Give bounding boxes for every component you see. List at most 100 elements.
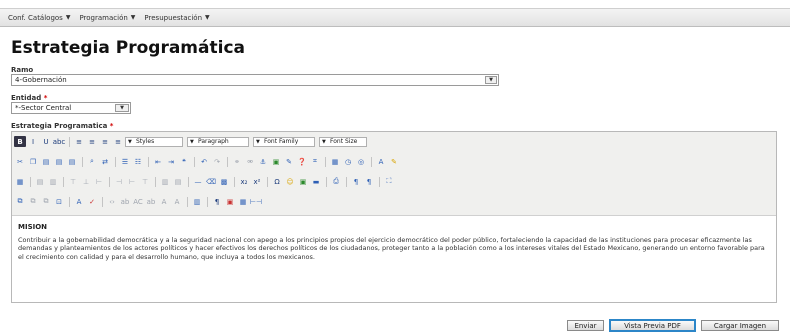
content-body: Contribuir a la gobernabilidad democráti… (18, 236, 765, 261)
move-forward-icon[interactable]: ⧉ (27, 196, 39, 207)
vista-previa-pdf-button[interactable]: Vista Previa PDF (609, 319, 696, 332)
bg-color-icon[interactable]: ✎ (388, 156, 400, 167)
image-icon[interactable]: ▣ (270, 156, 282, 167)
numbered-list-icon[interactable]: ☷ (132, 156, 144, 167)
del-icon[interactable]: ab (145, 196, 157, 207)
toolbar-row-1: B I Uabc ≡ ≡ ≡ ≡ ▼ Styles ▼ Paragraph ▼ Font Family ▼… (14, 135, 371, 148)
visual-aid-icon[interactable]: ▩ (218, 176, 230, 187)
font-size-dropdown[interactable]: ▼ Font Size (319, 136, 367, 147)
link-icon[interactable]: ⚭ (231, 156, 243, 167)
acronym-icon[interactable]: AC (132, 196, 144, 207)
hr-icon[interactable]: — (192, 176, 204, 187)
cell-props-icon[interactable]: ▥ (47, 176, 59, 187)
visualchars-icon[interactable]: ⊢⊣ (250, 196, 262, 207)
styles-dropdown[interactable]: ▼ Styles (125, 136, 183, 147)
font-family-dropdown[interactable]: ▼ Font Family (253, 136, 315, 147)
row-after-icon[interactable]: ⊥ (80, 176, 92, 187)
merge-cells-icon[interactable]: ▤ (172, 176, 184, 187)
row-before-icon[interactable]: ⊤ (67, 176, 79, 187)
special-char-icon[interactable]: Ω (271, 176, 283, 187)
media-icon[interactable]: ▣ (297, 176, 309, 187)
pilcrow-icon[interactable]: ¶ (211, 196, 223, 207)
remove-format-icon[interactable]: ⌫ (205, 176, 217, 187)
underline-icon[interactable]: U (40, 136, 52, 147)
subscript-icon[interactable]: x₂ (238, 176, 250, 187)
insert-layer-icon[interactable]: ⧉ (14, 196, 26, 207)
anchor-icon[interactable]: ⚓ (257, 156, 269, 167)
enviar-button[interactable]: Enviar (567, 320, 604, 331)
toolbar-separator (371, 156, 372, 167)
blockquote-icon[interactable]: ❝ (178, 156, 190, 167)
ins-icon[interactable]: A (158, 196, 170, 207)
toolbar-separator (109, 176, 110, 187)
cleanup-icon[interactable]: ✎ (283, 156, 295, 167)
styleprops-icon[interactable]: A (73, 196, 85, 207)
toolbar-row-3: ▦ ▤ ▥ ⊤ ⊥ ⊢ ⊣ ⊢ ⊤ ▥ ▤ — ⌫ ▩ x₂ x² Ω ☺ ▣ ▬ ⎙ ¶ ¶ ⛶ (14, 175, 396, 188)
rtl-icon[interactable]: ¶ (363, 176, 375, 187)
copy-icon[interactable]: ❐ (27, 156, 39, 167)
find-icon[interactable]: ⌕ (86, 156, 98, 167)
nonbreaking-icon[interactable]: ▦ (237, 196, 249, 207)
delete-row-icon[interactable]: ⊢ (93, 176, 105, 187)
emotion-icon[interactable]: ☺ (284, 176, 296, 187)
undo-icon[interactable]: ↶ (198, 156, 210, 167)
date-icon[interactable]: ▦ (329, 156, 341, 167)
cut-icon[interactable]: ✂ (14, 156, 26, 167)
template-icon[interactable]: ▥ (191, 196, 203, 207)
ltr-icon[interactable]: ¶ (350, 176, 362, 187)
split-cells-icon[interactable]: ▥ (159, 176, 171, 187)
menu-programacion[interactable]: Programación ▼ (79, 14, 135, 22)
toolbar-separator (188, 176, 189, 187)
table-icon[interactable]: ▦ (14, 176, 26, 187)
outdent-icon[interactable]: ⇤ (152, 156, 164, 167)
replace-icon[interactable]: ⇄ (99, 156, 111, 167)
col-before-icon[interactable]: ⊣ (113, 176, 125, 187)
align-left-icon[interactable]: ≡ (73, 136, 85, 147)
cargar-imagen-button[interactable]: Cargar Imagen (701, 320, 779, 331)
toolbar-row-2: ✂ ❐ ▤ ▤ ▤ ⌕ ⇄ ☰ ☷ ⇤ ⇥ ❝ ↶ ↷ ⚭ ⚮ ⚓ ▣ ✎ ❓ ⌗ ▦ ◷ ◎ A ✎ (14, 155, 401, 168)
absolute-icon[interactable]: ⊡ (53, 196, 65, 207)
move-backward-icon[interactable]: ⧉ (40, 196, 52, 207)
paragraph-dropdown-label: Paragraph (198, 138, 229, 145)
spellcheck-icon[interactable]: ✓ (86, 196, 98, 207)
pagebreak-icon[interactable]: ▣ (224, 196, 236, 207)
paste-icon[interactable]: ▤ (40, 156, 52, 167)
menu-conf-catalogos[interactable]: Conf. Catálogos ▼ (8, 14, 70, 22)
cite-icon[interactable]: ‹› (106, 196, 118, 207)
paragraph-dropdown[interactable]: ▼ Paragraph (187, 136, 249, 147)
toolbar-separator (207, 196, 208, 207)
html-icon[interactable]: ⌗ (309, 156, 321, 167)
superscript-icon[interactable]: x² (251, 176, 263, 187)
bullet-list-icon[interactable]: ☰ (119, 156, 131, 167)
col-after-icon[interactable]: ⊢ (126, 176, 138, 187)
align-center-icon[interactable]: ≡ (86, 136, 98, 147)
time-icon[interactable]: ◷ (342, 156, 354, 167)
help-icon[interactable]: ❓ (296, 156, 308, 167)
unlink-icon[interactable]: ⚮ (244, 156, 256, 167)
preview-icon[interactable]: ◎ (355, 156, 367, 167)
align-right-icon[interactable]: ≡ (99, 136, 111, 147)
menu-presupuestacion[interactable]: Presupuestación ▼ (144, 14, 209, 22)
abbr-icon[interactable]: ab (119, 196, 131, 207)
paste-word-icon[interactable]: ▤ (66, 156, 78, 167)
advhr-icon[interactable]: ▬ (310, 176, 322, 187)
chevron-down-icon: ▼ (130, 14, 136, 21)
bold-icon[interactable]: B (14, 136, 26, 147)
redo-icon[interactable]: ↷ (211, 156, 223, 167)
attribs-icon[interactable]: A (171, 196, 183, 207)
ramo-select[interactable]: 4-Gobernación ▼ (11, 74, 499, 86)
fullscreen-icon[interactable]: ⛶ (383, 176, 395, 187)
entidad-select[interactable]: *-Sector Central ▼ (11, 102, 131, 114)
page-title: Estrategia Programática (11, 38, 245, 58)
strikethrough-icon[interactable]: abc (53, 136, 66, 147)
align-justify-icon[interactable]: ≡ (112, 136, 124, 147)
indent-icon[interactable]: ⇥ (165, 156, 177, 167)
paste-text-icon[interactable]: ▤ (53, 156, 65, 167)
italic-icon[interactable]: I (27, 136, 39, 147)
content-heading: MISION (18, 223, 48, 231)
print-icon[interactable]: ⎙ (330, 176, 342, 187)
row-props-icon[interactable]: ▤ (34, 176, 46, 187)
editor-content[interactable]: MISION Contribuir a la gobernabilidad de… (18, 223, 770, 261)
text-color-icon[interactable]: A (375, 156, 387, 167)
delete-col-icon[interactable]: ⊤ (139, 176, 151, 187)
